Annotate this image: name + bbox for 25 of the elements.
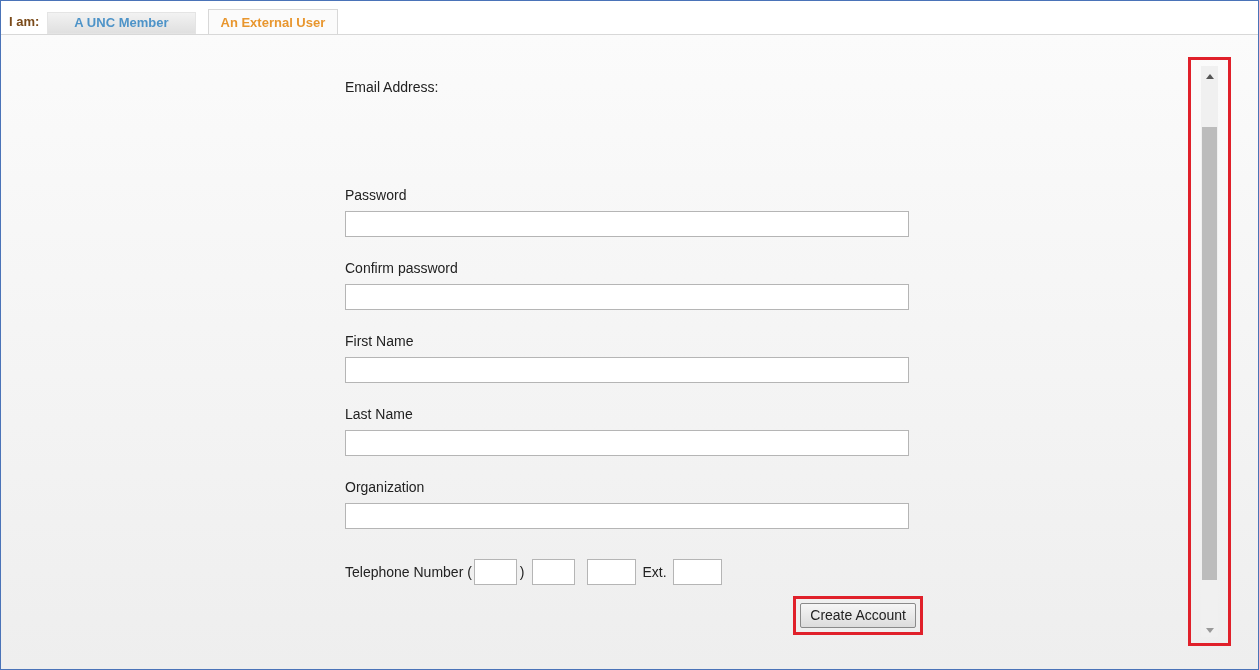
field-label: Telephone Number (	[345, 562, 472, 582]
field-label: Confirm password	[345, 259, 459, 278]
field-label: Ext.	[642, 562, 667, 582]
input-field[interactable]	[345, 357, 909, 383]
i-am-label: I am:	[9, 12, 40, 31]
input-field[interactable]	[345, 430, 909, 456]
input-field[interactable]	[345, 211, 909, 237]
create-account-button[interactable]: Create Account	[800, 603, 916, 628]
scrollbar-thumb[interactable]	[1202, 127, 1217, 580]
input-field[interactable]	[473, 559, 517, 585]
input-field[interactable]	[345, 284, 909, 310]
field-label: First Name	[345, 332, 415, 351]
field-label: )	[519, 562, 525, 582]
input-field[interactable]	[345, 503, 909, 529]
field-label: Organization	[345, 478, 426, 497]
tab[interactable]: A UNC Member	[47, 12, 196, 34]
scroll-up-icon[interactable]	[1205, 74, 1214, 79]
input-field[interactable]	[586, 559, 636, 585]
field-label: Last Name	[345, 405, 414, 424]
input-field[interactable]	[531, 559, 575, 585]
tab[interactable]: An External User	[207, 9, 339, 35]
input-field[interactable]	[672, 559, 722, 585]
field-label: Password	[345, 186, 408, 205]
field-label: Email Address:	[345, 78, 440, 97]
scroll-down-icon[interactable]	[1205, 628, 1214, 633]
